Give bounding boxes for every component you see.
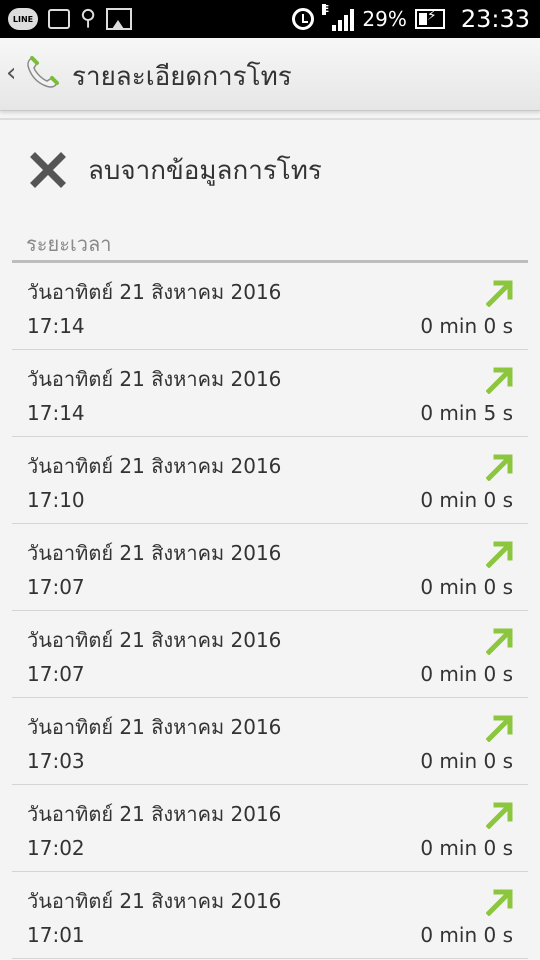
- call-row[interactable]: วันอาทิตย์ 21 สิงหาคม 2016 17:14 0 min 0…: [12, 263, 528, 350]
- section-header-duration: ระยะเวลา: [26, 232, 112, 256]
- outgoing-call-arrow-icon: [486, 889, 513, 916]
- outgoing-call-arrow-icon: [486, 802, 513, 829]
- call-time: 17:07: [27, 575, 85, 599]
- line-label: LINE: [12, 14, 34, 24]
- line-app-icon: LINE: [8, 8, 38, 30]
- chevron-left-icon[interactable]: ‹: [6, 60, 16, 86]
- call-time: 17:02: [27, 836, 85, 860]
- call-row[interactable]: วันอาทิตย์ 21 สิงหาคม 2016 17:07 0 min 0…: [12, 611, 528, 698]
- call-time: 17:07: [27, 662, 85, 686]
- image-icon: [106, 8, 133, 30]
- call-time: 17:10: [27, 488, 85, 512]
- call-time: 17:14: [27, 401, 85, 425]
- battery-charging-icon: [414, 8, 445, 29]
- call-date: วันอาทิตย์ 21 สิงหาคม 2016: [27, 541, 282, 565]
- delete-label: ลบจากข้อมูลการโทร: [88, 156, 322, 186]
- status-clock: 23:33: [460, 5, 530, 33]
- call-row[interactable]: วันอาทิตย์ 21 สิงหาคม 2016 17:14 0 min 5…: [12, 350, 528, 437]
- call-duration: 0 min 0 s: [420, 749, 513, 773]
- call-row[interactable]: วันอาทิตย์ 21 สิงหาคม 2016 17:03 0 min 0…: [12, 698, 528, 785]
- call-duration: 0 min 0 s: [420, 923, 513, 947]
- call-date: วันอาทิตย์ 21 สิงหาคม 2016: [27, 889, 282, 913]
- status-bar: LINE ⚲ E 29% 23:33: [0, 0, 540, 38]
- call-date: วันอาทิตย์ 21 สิงหาคม 2016: [27, 280, 282, 304]
- phone-handset-icon[interactable]: [22, 52, 62, 92]
- message-icon: [48, 9, 70, 29]
- outgoing-call-arrow-icon: [486, 628, 513, 655]
- call-row[interactable]: วันอาทิตย์ 21 สิงหาคม 2016 17:07 0 min 0…: [12, 524, 528, 611]
- signal-icon: E: [322, 4, 355, 31]
- close-icon: [30, 152, 66, 188]
- outgoing-call-arrow-icon: [486, 280, 513, 307]
- battery-percent: 29%: [362, 7, 407, 31]
- call-duration: 0 min 0 s: [420, 575, 513, 599]
- call-date: วันอาทิตย์ 21 สิงหาคม 2016: [27, 454, 282, 478]
- call-date: วันอาทิตย์ 21 สิงหาคม 2016: [27, 715, 282, 739]
- call-date: วันอาทิตย์ 21 สิงหาคม 2016: [27, 628, 282, 652]
- call-row[interactable]: วันอาทิตย์ 21 สิงหาคม 2016 17:10 0 min 0…: [12, 437, 528, 524]
- call-time: 17:03: [27, 749, 85, 773]
- call-time: 17:14: [27, 314, 85, 338]
- signal-type: E: [322, 4, 330, 15]
- alarm-icon: [292, 8, 315, 30]
- outgoing-call-arrow-icon: [486, 715, 513, 742]
- call-duration: 0 min 5 s: [420, 401, 513, 425]
- outgoing-call-arrow-icon: [486, 367, 513, 394]
- page-title: รายละเอียดการโทร: [72, 62, 292, 92]
- call-duration: 0 min 0 s: [420, 488, 513, 512]
- call-duration: 0 min 0 s: [420, 662, 513, 686]
- call-list[interactable]: วันอาทิตย์ 21 สิงหาคม 2016 17:14 0 min 0…: [12, 263, 528, 959]
- action-bar: ‹ รายละเอียดการโทร: [0, 38, 540, 111]
- outgoing-call-arrow-icon: [486, 541, 513, 568]
- call-time: 17:01: [27, 923, 85, 947]
- delete-from-call-log-button[interactable]: ลบจากข้อมูลการโทร: [0, 118, 540, 220]
- outgoing-call-arrow-icon: [486, 454, 513, 481]
- call-row[interactable]: วันอาทิตย์ 21 สิงหาคม 2016 17:01 0 min 0…: [12, 872, 528, 959]
- call-duration: 0 min 0 s: [420, 836, 513, 860]
- call-date: วันอาทิตย์ 21 สิงหาคม 2016: [27, 802, 282, 826]
- call-date: วันอาทิตย์ 21 สิงหาคม 2016: [27, 367, 282, 391]
- call-row[interactable]: วันอาทิตย์ 21 สิงหาคม 2016 17:02 0 min 0…: [12, 785, 528, 872]
- usb-icon: ⚲: [80, 6, 97, 31]
- call-duration: 0 min 0 s: [420, 314, 513, 338]
